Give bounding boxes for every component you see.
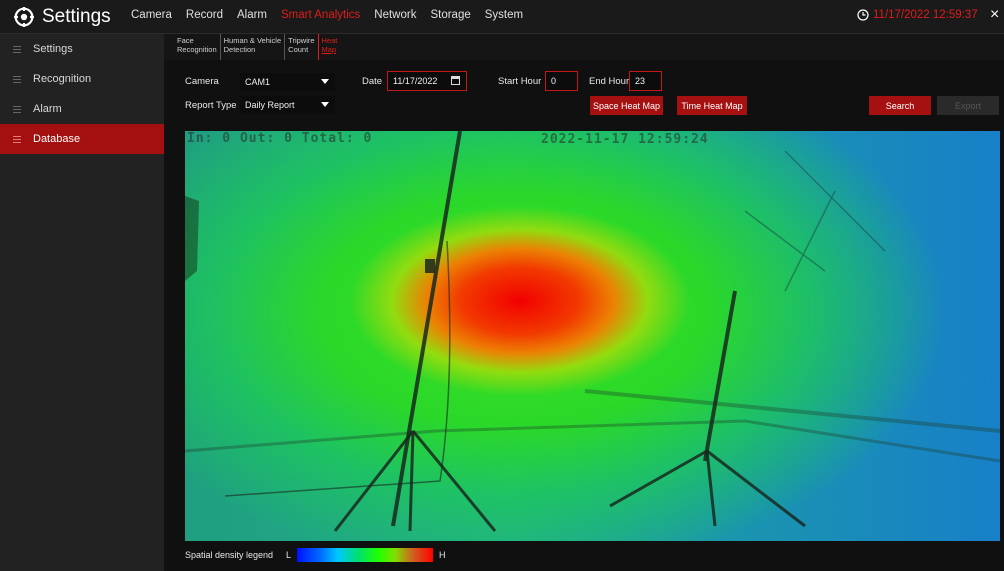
sidebar-item-database[interactable]: Database — [0, 124, 164, 154]
chevron-down-icon — [321, 79, 329, 84]
start-hour-label: Start Hour — [498, 76, 542, 87]
start-hour-value: 0 — [551, 76, 557, 86]
nav-network[interactable]: Network — [374, 9, 416, 21]
legend-label: Spatial density legend — [185, 550, 274, 560]
nav-system[interactable]: System — [485, 9, 523, 21]
heat-map-image: In: 0 Out: 0 Total: 0 2022-11-17 12:59:2… — [185, 131, 1000, 541]
tab-label-line2: Count — [288, 45, 309, 54]
tab-label-line2: Map — [321, 45, 337, 54]
export-button[interactable]: Export — [937, 96, 999, 115]
tab-tripwire-count[interactable]: Tripwire Count — [284, 34, 317, 60]
sidebar-item-alarm[interactable]: Alarm — [0, 94, 164, 124]
calendar-icon[interactable] — [451, 76, 460, 85]
time-heat-map-button[interactable]: Time Heat Map — [677, 96, 747, 115]
camera-select-value: CAM1 — [245, 77, 271, 87]
list-icon — [13, 135, 21, 143]
start-hour-input[interactable]: 0 — [545, 71, 578, 91]
report-type-label: Report Type — [185, 100, 237, 111]
sidebar-item-recognition[interactable]: Recognition — [0, 64, 164, 94]
nav-record[interactable]: Record — [186, 9, 223, 21]
nav-storage[interactable]: Storage — [430, 9, 470, 21]
list-icon — [13, 75, 21, 83]
close-icon[interactable]: × — [990, 7, 999, 23]
density-legend-bar — [297, 548, 433, 562]
nav-smart-analytics[interactable]: Smart Analytics — [281, 9, 360, 21]
date-field-value: 11/17/2022 — [393, 76, 438, 86]
sidebar-item-label: Database — [33, 133, 81, 145]
clock-icon — [857, 9, 869, 21]
sidebar-item-label: Recognition — [33, 73, 92, 85]
tab-heat-map[interactable]: Heat Map — [317, 34, 341, 60]
tab-label-line1: Heat — [321, 36, 338, 45]
tab-label-line1: Face — [177, 36, 194, 45]
end-hour-input[interactable]: 23 — [629, 71, 662, 91]
end-hour-value: 23 — [635, 76, 646, 86]
sidebar: Settings Recognition Alarm Database — [0, 34, 164, 571]
nav-camera[interactable]: Camera — [131, 9, 172, 21]
clock: 11/17/2022 12:59:37 — [857, 9, 978, 21]
tab-human-vehicle-detection[interactable]: Human & Vehicle Detection — [219, 34, 285, 60]
report-type-value: Daily Report — [245, 100, 295, 110]
tab-face-recognition[interactable]: Face Recognition — [177, 34, 220, 60]
space-heat-map-button[interactable]: Space Heat Map — [590, 96, 663, 115]
page-title: Settings — [42, 6, 111, 27]
legend-low-label: L — [286, 550, 292, 560]
date-label: Date — [362, 76, 383, 87]
tab-label-line2: Detection — [223, 45, 256, 54]
main-nav: Camera Record Alarm Smart Analytics Netw… — [131, 9, 537, 21]
brand: Settings — [14, 5, 111, 29]
chevron-down-icon — [321, 102, 329, 107]
nav-alarm[interactable]: Alarm — [237, 9, 267, 21]
report-type-select[interactable]: Daily Report — [240, 96, 335, 114]
camera-scene-overlay — [185, 131, 1000, 532]
gear-icon — [14, 7, 34, 27]
tab-label-line2: Recognition — [177, 45, 217, 54]
top-bar: Settings Camera Record Alarm Smart Analy… — [0, 0, 1004, 34]
video-timestamp: 2022-11-17 12:59:24 — [541, 132, 709, 147]
search-button[interactable]: Search — [869, 96, 931, 115]
list-icon — [13, 105, 21, 113]
tab-label-line1: Tripwire — [288, 36, 315, 45]
tab-label-line1: Human & Vehicle — [223, 36, 282, 45]
legend-high-label: H — [439, 550, 446, 560]
sub-tabs: Face Recognition Human & Vehicle Detecti… — [164, 34, 1004, 60]
sidebar-item-label: Settings — [33, 43, 73, 55]
camera-label: Camera — [185, 76, 219, 87]
people-counter-text: In: 0 Out: 0 Total: 0 — [187, 131, 373, 146]
sidebar-item-label: Alarm — [33, 103, 62, 115]
list-icon — [13, 45, 21, 53]
sidebar-item-settings[interactable]: Settings — [0, 34, 164, 64]
datetime-text: 11/17/2022 12:59:37 — [873, 9, 978, 21]
camera-select[interactable]: CAM1 — [240, 73, 335, 91]
end-hour-label: End Hour — [589, 76, 630, 87]
date-field[interactable]: 11/17/2022 — [387, 71, 467, 91]
